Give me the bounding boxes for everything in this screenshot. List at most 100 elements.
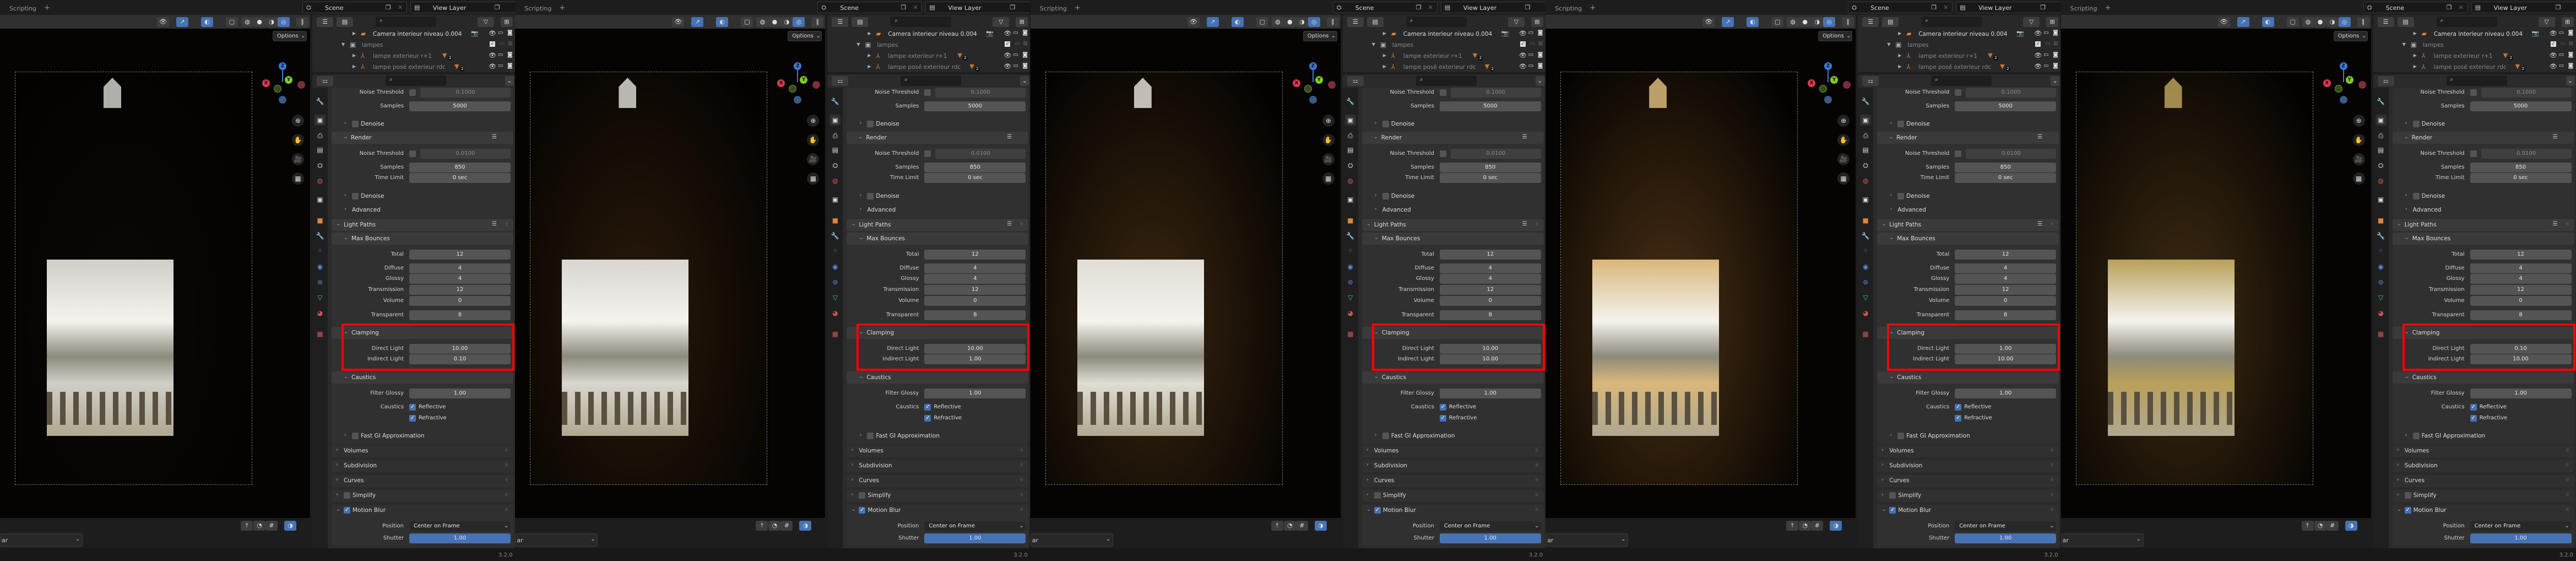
drag-handle-icon[interactable]: ⁞⁞ (1536, 222, 1538, 226)
gizmo-y-axis[interactable]: Y (800, 76, 808, 84)
view-layer-selector[interactable]: ▤ View Layer ❐ (925, 2, 1031, 13)
chevron-right-icon[interactable]: › (2405, 207, 2407, 212)
viewport-3d[interactable]: 👁 ↗ ◐ ▢ ◍ ● ◑ ◎ ∥ Options ⌄ Z X Y ⊕ ✋ 🎥 ▦ (2060, 15, 2371, 518)
render-samples-field[interactable]: 850 (2470, 163, 2572, 172)
viewport-samples-field[interactable]: 5000 (2470, 101, 2572, 111)
max-bounces-subpanel[interactable]: Max Bounces (1897, 236, 1935, 242)
timeline-dropdown[interactable]: ar ⌄ (2060, 533, 2144, 547)
curves-panel[interactable]: Curves (344, 478, 364, 484)
properties-search-input[interactable] (2446, 75, 2507, 86)
curves-panel[interactable]: Curves (1374, 478, 1394, 484)
presets-list-icon[interactable]: ☰ (1007, 134, 1012, 140)
gizmo-neg-x-axis[interactable] (812, 81, 821, 89)
perspective-icon[interactable]: ▦ (1322, 172, 1335, 185)
chevron-down-icon[interactable]: ⌄ (2051, 76, 2060, 86)
modifier-tab-icon[interactable]: 🔧 (314, 230, 326, 241)
expand-right-icon[interactable]: ▶ (2414, 31, 2417, 36)
render-noise-threshold-field[interactable]: 0.0100 (420, 149, 511, 159)
gizmo-x-axis[interactable]: X (777, 79, 785, 87)
view-layer-selector[interactable]: ▤ View Layer ❐ (410, 2, 515, 13)
display-mode-dropdown[interactable]: ☰ (832, 17, 849, 27)
overlay-toggle-icon[interactable]: ◑ (2345, 521, 2357, 531)
render-camera-icon[interactable]: ◙ (1538, 52, 1543, 58)
enable-checkbox[interactable] (1897, 433, 1905, 439)
chevron-down-icon[interactable]: ⌄ (1889, 134, 1893, 140)
zoom-icon[interactable]: ⊕ (292, 115, 304, 127)
view-layer-tab-icon[interactable]: ▤ (1860, 144, 1871, 155)
properties-search-input[interactable] (1931, 75, 1992, 86)
chevron-down-icon[interactable]: ⌄ (2566, 76, 2575, 86)
filter-view-layer-dropdown[interactable]: ▤ (1366, 17, 1384, 27)
volumes-panel[interactable]: Volumes (1889, 448, 1914, 454)
drag-handle-icon[interactable]: ⁞⁞ (1020, 222, 1023, 226)
display-mode-dropdown[interactable]: ☰ (2377, 17, 2394, 27)
outliner-item-name[interactable]: lampe posé exterieur rdc (1403, 64, 1476, 71)
chevron-right-icon[interactable]: › (851, 477, 853, 483)
bounce-field[interactable]: 4 (1955, 274, 2057, 284)
refractive-checkbox[interactable]: ✓ (1955, 415, 1962, 422)
chevron-right-icon[interactable]: › (1366, 492, 1369, 498)
gizmo-neg-z-axis[interactable] (279, 96, 286, 104)
bounce-field[interactable]: 0 (924, 296, 1026, 306)
options-dropdown[interactable]: Options ⌄ (273, 31, 307, 41)
view-layer-tab-icon[interactable]: ▤ (829, 144, 840, 155)
drag-handle-icon[interactable]: ⁞⁞ (505, 222, 508, 226)
outliner-row[interactable]: ▼ ▣ lampes ✓ ▭ ⊠ (1343, 40, 1545, 51)
exclude-checkbox[interactable]: ✓ (490, 41, 495, 47)
reflective-checkbox[interactable]: ✓ (1439, 404, 1446, 411)
outliner-row[interactable]: ▶ ⅄ lampe exterieur r+1 ▼ 2 👁 ▭ ◙ (312, 51, 515, 62)
object-tab-icon[interactable]: ■ (829, 215, 840, 226)
disable-viewport-icon[interactable]: ▭ (2561, 41, 2566, 47)
outliner-row[interactable]: ▶ ▰ Camera interieur niveau 0.004 📷 👁 ▭ ◙ (827, 29, 1030, 40)
perspective-icon[interactable]: ▦ (292, 172, 304, 185)
physics-tab-icon[interactable]: ◉ (1860, 261, 1871, 272)
chevron-right-icon[interactable]: › (851, 447, 853, 453)
outliner-row[interactable]: ▶ ⅄ lampe exterieur r+1 ▼ 2 👁 ▭ ◙ (1858, 51, 2060, 62)
motion-blur-panel[interactable]: Motion Blur (1383, 508, 1416, 514)
drag-handle-icon[interactable]: ⁞⁞ (2051, 508, 2053, 512)
render-camera-icon[interactable]: ◙ (2053, 30, 2058, 36)
max-bounces-subpanel[interactable]: Max Bounces (2412, 236, 2451, 242)
gizmo-neg-z-axis[interactable] (1824, 96, 1832, 104)
expand-right-icon[interactable]: ▶ (1383, 64, 1386, 69)
outliner-item-name[interactable]: lampe exterieur r+1 (1918, 53, 1977, 60)
chevron-down-icon[interactable]: ⌄ (343, 134, 348, 140)
monitor-icon[interactable]: ▭ (2043, 30, 2048, 36)
bounce-field[interactable]: 8 (924, 310, 1026, 320)
render-subpanel[interactable]: Render (351, 135, 371, 141)
expand-down-icon[interactable]: ▼ (341, 42, 345, 47)
viewport-denoise-subpanel[interactable]: Denoise (876, 121, 899, 127)
chevron-down-icon[interactable]: ⌄ (2405, 235, 2409, 241)
drag-handle-icon[interactable]: ⁞⁞ (1020, 478, 1023, 482)
drag-handle-icon[interactable]: ⁞⁞ (2051, 463, 2053, 467)
reflective-label[interactable]: Reflective (934, 404, 961, 410)
outliner-item-name[interactable]: lampes (877, 42, 898, 48)
viewport-denoise-subpanel[interactable]: Denoise (361, 121, 384, 127)
filter-view-layer-dropdown[interactable]: ▤ (852, 17, 869, 27)
drag-handle-icon[interactable]: ⁞⁞ (1020, 463, 1023, 467)
output-tab-icon[interactable]: ⎙ (829, 130, 840, 141)
timeline-dropdown[interactable]: ar ⌄ (515, 533, 598, 547)
rendered-shading-icon[interactable]: ◎ (1823, 17, 1836, 27)
filter-icon[interactable]: ▽ (2538, 17, 2555, 27)
drag-handle-icon[interactable]: ⁞⁞ (2566, 493, 2569, 497)
pause-render-button[interactable]: ∥ (811, 17, 824, 27)
monitor-icon[interactable]: ▭ (498, 30, 503, 36)
snap-icon[interactable]: ⤒ (241, 521, 253, 531)
presets-list-icon[interactable]: ☰ (2037, 222, 2042, 227)
expand-right-icon[interactable]: ▶ (1383, 31, 1386, 36)
material-tab-icon[interactable]: ◕ (314, 308, 326, 319)
outliner-item-name[interactable]: lampe exterieur r+1 (373, 53, 432, 60)
filter-icon[interactable]: ▽ (1507, 17, 1525, 27)
eye-icon[interactable]: 👁 (2034, 52, 2042, 58)
pause-render-button[interactable]: ∥ (1842, 17, 1854, 27)
gizmo-z-axis[interactable]: Z (2339, 62, 2347, 70)
gizmo-z-axis[interactable]: Z (1824, 62, 1832, 70)
caustics-subpanel[interactable]: Caustics (1382, 375, 1406, 381)
tool-tab-icon[interactable]: 🔧 (829, 96, 840, 107)
enable-checkbox[interactable] (2412, 121, 2420, 127)
enable-checkbox[interactable] (1955, 150, 1962, 157)
xray-icon[interactable]: ▢ (1771, 17, 1784, 27)
drag-handle-icon[interactable]: ⁞⁞ (1536, 508, 1538, 512)
pause-render-button[interactable]: ∥ (2357, 17, 2369, 27)
